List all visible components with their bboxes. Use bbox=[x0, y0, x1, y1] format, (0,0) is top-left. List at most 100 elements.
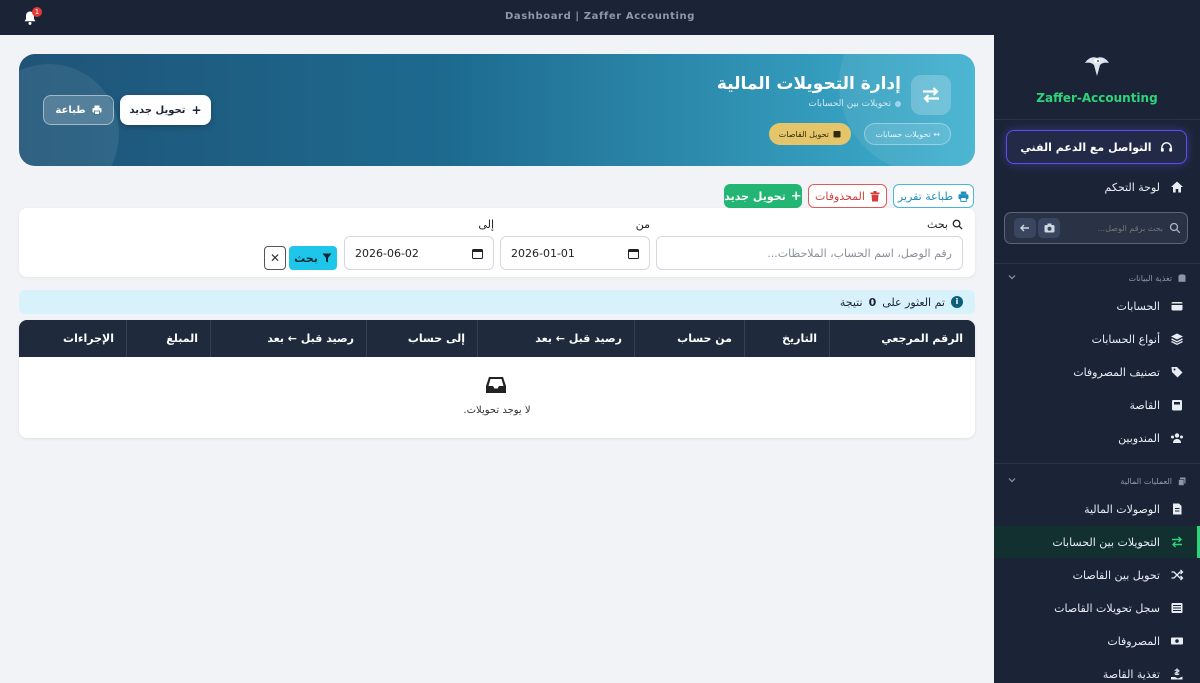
search-label: بحث bbox=[927, 218, 963, 231]
list-icon bbox=[1171, 603, 1183, 613]
search-icon bbox=[952, 219, 963, 230]
bullet-icon bbox=[895, 101, 901, 107]
exchange-icon bbox=[1172, 536, 1182, 548]
sidebar-item-cashbox[interactable]: القاصة bbox=[994, 389, 1200, 421]
sidebar-item-label: سجل تحويلات القاصات bbox=[1054, 601, 1160, 615]
divider bbox=[994, 119, 1200, 120]
page-subtitle: تحويلات بين الحسابات bbox=[808, 99, 901, 109]
date-value: 2026-06-02 bbox=[355, 246, 419, 260]
date-from-input[interactable]: 2026-01-01 bbox=[500, 236, 650, 270]
tag-icon bbox=[1171, 367, 1183, 378]
home-icon bbox=[1171, 181, 1183, 193]
plus-icon: + bbox=[790, 188, 802, 204]
receipt-search-input[interactable] bbox=[1073, 219, 1163, 237]
search-go-button[interactable] bbox=[1014, 218, 1036, 238]
arrow-left-icon bbox=[1020, 224, 1029, 232]
table-header: الرقم المرجعي التاريخ من حساب رصيد قبل ←… bbox=[19, 320, 975, 357]
new-transfer-button-secondary[interactable]: + تحويل جديد bbox=[724, 184, 802, 208]
sidebar-item-label: المصروفات bbox=[1107, 634, 1160, 648]
copy-icon bbox=[1178, 477, 1186, 486]
sidebar-item-label: أنواع الحسابات bbox=[1091, 332, 1160, 346]
sidebar-item-label: القاصة bbox=[1129, 398, 1160, 412]
window-title: Dashboard | Zaffer Accounting bbox=[504, 11, 696, 22]
layers-icon bbox=[1171, 333, 1183, 346]
print-report-button[interactable]: طباعة تقرير bbox=[893, 184, 974, 208]
divider bbox=[994, 263, 1200, 264]
column-header: من حساب bbox=[634, 320, 744, 357]
empty-state-text: لا يوجد تحويلات. bbox=[463, 405, 531, 416]
camera-icon bbox=[1044, 223, 1054, 233]
section-label: تغذية البيانات bbox=[1128, 273, 1172, 283]
button-label: بحث bbox=[294, 251, 318, 265]
sidebar-item-representatives[interactable]: المندوبين bbox=[994, 422, 1200, 454]
top-bar: 1 Dashboard | Zaffer Accounting bbox=[0, 0, 1200, 35]
sidebar-item-expense-categories[interactable]: تصنيف المصروفات bbox=[994, 356, 1200, 388]
from-label: من bbox=[635, 218, 650, 231]
results-count: 0 bbox=[868, 295, 877, 309]
calendar-icon bbox=[628, 248, 639, 259]
sidebar-item-receipts[interactable]: الوصولات المالية bbox=[994, 493, 1200, 525]
chip-label: ↔ تحويلات حسابات bbox=[875, 129, 940, 139]
sidebar-item-expenses[interactable]: المصروفات bbox=[994, 625, 1200, 657]
sidebar-item-cashbox-funding[interactable]: تغذية القاصة bbox=[994, 658, 1200, 683]
button-label: تحويل جديد bbox=[724, 189, 786, 203]
date-value: 2026-01-01 bbox=[511, 246, 575, 260]
section-data-feeding[interactable]: تغذية البيانات bbox=[994, 270, 1200, 286]
deleted-items-button[interactable]: المحذوفات bbox=[808, 184, 887, 208]
chevron-down-icon bbox=[1008, 478, 1016, 483]
results-prefix: تم العثور على bbox=[882, 295, 945, 309]
results-info: i تم العثور على 0 نتيجة bbox=[19, 290, 975, 314]
chip-account-transfers[interactable]: ↔ تحويلات حسابات bbox=[864, 123, 951, 145]
sidebar-item-account-types[interactable]: أنواع الحسابات bbox=[994, 323, 1200, 355]
column-header: رصيد قبل ← بعد bbox=[477, 320, 634, 357]
brand-name: Zaffer-Accounting bbox=[1036, 91, 1158, 105]
column-header: رصيد قبل ← بعد bbox=[210, 320, 366, 357]
column-header: الإجراءات bbox=[63, 332, 114, 345]
sidebar-item-label: تحويل بين القاصات bbox=[1072, 568, 1160, 582]
sidebar-item-label: تغذية القاصة bbox=[1102, 667, 1160, 681]
new-transfer-button[interactable]: + تحويل جديد bbox=[120, 95, 211, 125]
sidebar-item-label: لوحة التحكم bbox=[1104, 180, 1160, 194]
printer-icon bbox=[92, 105, 102, 115]
sidebar-item-cashbox-transfer-log[interactable]: سجل تحويلات القاصات bbox=[994, 592, 1200, 624]
column-header: المبلغ bbox=[126, 320, 210, 357]
print-button[interactable]: طباعة bbox=[43, 95, 114, 125]
wallet-icon bbox=[1171, 302, 1183, 311]
page-title: إدارة التحويلات المالية bbox=[716, 74, 901, 94]
support-button[interactable]: التواصل مع الدعم الفني bbox=[1006, 130, 1187, 164]
plus-icon: + bbox=[191, 103, 202, 117]
transfers-table: الرقم المرجعي التاريخ من حساب رصيد قبل ←… bbox=[19, 320, 975, 438]
exchange-icon bbox=[923, 87, 939, 103]
invoice-icon bbox=[1173, 503, 1182, 515]
sidebar-item-cashbox-transfer[interactable]: تحويل بين القاصات bbox=[994, 559, 1200, 591]
to-label: إلى bbox=[478, 218, 494, 231]
sidebar-item-account-transfers[interactable]: التحويلات بين الحسابات bbox=[994, 526, 1200, 558]
date-to-input[interactable]: 2026-06-02 bbox=[344, 236, 494, 270]
divider bbox=[994, 463, 1200, 464]
info-icon: i bbox=[951, 296, 963, 308]
decorative-circle bbox=[839, 54, 975, 166]
transfer-badge bbox=[911, 75, 951, 115]
button-label: طباعة bbox=[55, 104, 86, 116]
sidebar-item-dashboard[interactable]: لوحة التحكم bbox=[994, 171, 1200, 203]
button-label: المحذوفات bbox=[815, 189, 865, 203]
results-suffix: نتيجة bbox=[839, 295, 863, 309]
sidebar-item-label: الحسابات bbox=[1116, 299, 1160, 313]
camera-scan-button[interactable] bbox=[1038, 218, 1060, 238]
section-financial-operations[interactable]: العمليات المالية bbox=[994, 473, 1200, 489]
chevron-down-icon bbox=[1008, 275, 1016, 280]
filter-search-input[interactable]: رقم الوصل، اسم الحساب، الملاحظات... bbox=[656, 236, 963, 270]
button-label: تحويل جديد bbox=[129, 104, 186, 116]
filter-panel: بحث رقم الوصل، اسم الحساب، الملاحظات... … bbox=[19, 208, 975, 277]
database-icon bbox=[1178, 273, 1186, 282]
chip-cashbox-transfers[interactable]: تحويل القاصات bbox=[768, 123, 851, 145]
filter-search-button[interactable]: بحث bbox=[289, 246, 337, 270]
clear-filters-button[interactable]: ✕ bbox=[264, 246, 286, 270]
subtitle-text: تحويلات بين الحسابات bbox=[808, 99, 891, 109]
sidebar-item-accounts[interactable]: الحسابات bbox=[994, 290, 1200, 322]
column-header: الرقم المرجعي bbox=[829, 320, 975, 357]
chip-label: تحويل القاصات bbox=[778, 129, 829, 139]
label-text: بحث bbox=[927, 218, 948, 231]
eagle-logo-icon bbox=[1085, 57, 1109, 76]
button-label: طباعة تقرير bbox=[897, 189, 954, 203]
